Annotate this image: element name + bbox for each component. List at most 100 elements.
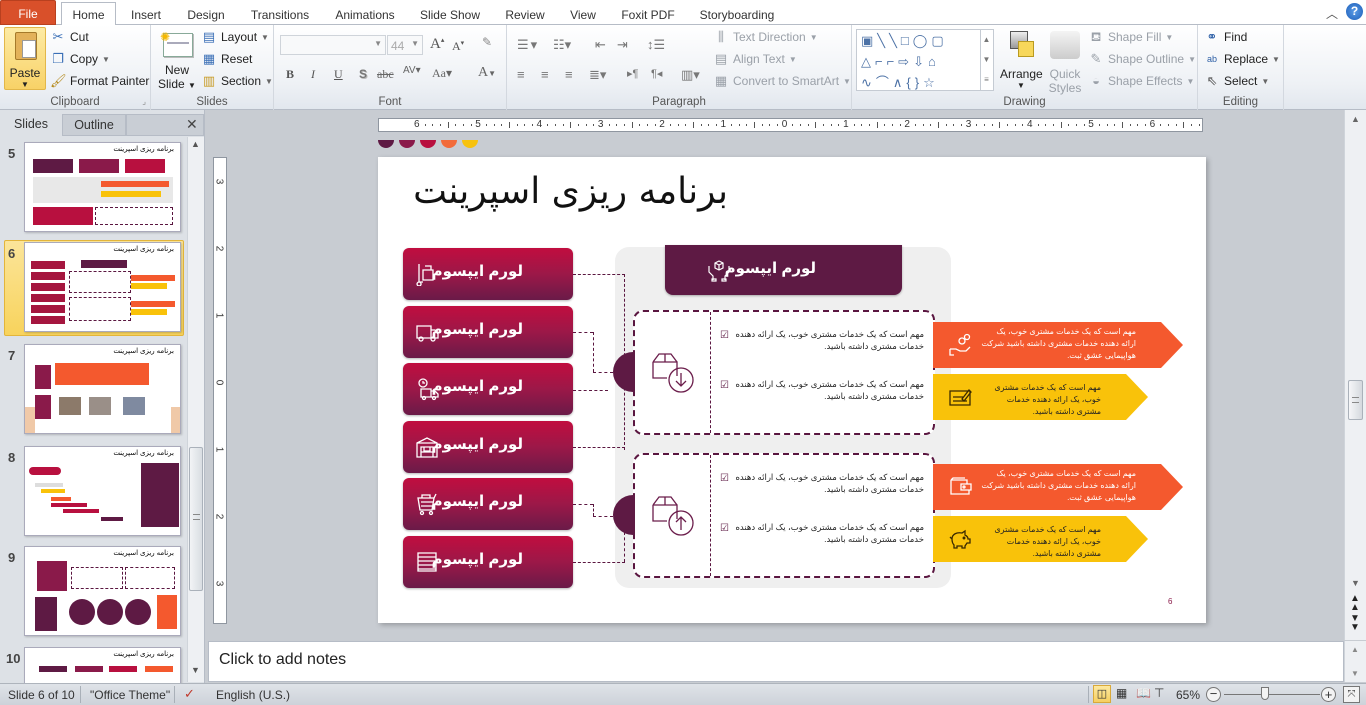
- slide-show-button[interactable]: ⊤: [1154, 686, 1164, 700]
- tab-animations[interactable]: Animations: [330, 4, 400, 25]
- palette-swatch[interactable]: [462, 140, 478, 148]
- slide-canvas[interactable]: برنامه ریزی اسپرینت لورم ایپسوم لورم ایپ…: [378, 157, 1206, 623]
- zoom-slider-track[interactable]: [1224, 694, 1320, 695]
- slide-title[interactable]: برنامه ریزی اسپرینت: [398, 171, 728, 212]
- shapes-gallery[interactable]: ▣╲╲□◯▢ △⌐⌐⇨⇩⌂ ∿⌒∧{}☆: [856, 29, 994, 91]
- category-card[interactable]: لورم ایپسوم: [403, 363, 573, 415]
- fit-to-window-button[interactable]: ⤧: [1343, 686, 1360, 703]
- palette-swatch[interactable]: [399, 140, 415, 148]
- character-spacing-button[interactable]: AV▾: [403, 65, 421, 76]
- center-button[interactable]: ≡: [541, 67, 549, 82]
- zoom-in-button[interactable]: +: [1321, 687, 1336, 702]
- tab-storyboarding[interactable]: Storyboarding: [696, 4, 778, 25]
- bold-button[interactable]: B: [286, 67, 294, 82]
- category-card[interactable]: لورم ایپسوم: [403, 478, 573, 530]
- help-icon[interactable]: ?: [1346, 3, 1363, 20]
- scroll-down-icon[interactable]: ▼: [1351, 669, 1359, 678]
- scroll-down-icon[interactable]: ▼: [1351, 578, 1360, 588]
- scroll-down-icon[interactable]: ▼: [191, 665, 200, 675]
- notes-placeholder[interactable]: Click to add notes: [219, 651, 346, 669]
- tab-outline[interactable]: Outline: [62, 114, 126, 136]
- align-right-button[interactable]: ≡: [565, 67, 573, 82]
- quick-styles-button[interactable]: Quick Styles: [1044, 29, 1086, 95]
- notes-scrollbar[interactable]: ▲ ▼: [1344, 641, 1366, 682]
- thumbnail-scrollbar[interactable]: ▲ ▼: [187, 137, 204, 682]
- category-card[interactable]: لورم ایپسوم: [403, 421, 573, 473]
- arrange-button[interactable]: Arrange ▼: [1000, 29, 1043, 91]
- shape-fill-button[interactable]: ⛾ Shape Fill ▼: [1088, 29, 1174, 45]
- language-indicator[interactable]: English (U.S.): [216, 688, 290, 702]
- format-painter-button[interactable]: 🖌 Format Painter: [50, 73, 149, 89]
- tab-slide-show[interactable]: Slide Show: [416, 4, 484, 25]
- tab-foxit-pdf[interactable]: Foxit PDF: [616, 4, 680, 25]
- next-slide-button[interactable]: ▼ ▼: [1350, 614, 1360, 633]
- category-card[interactable]: لورم ایپسوم: [403, 306, 573, 358]
- strikethrough-button[interactable]: abc: [377, 67, 394, 82]
- font-color-button[interactable]: A▼: [478, 65, 496, 81]
- tab-slides[interactable]: Slides: [0, 114, 62, 136]
- scroll-up-icon[interactable]: ▲: [1351, 114, 1360, 124]
- scrollbar-thumb[interactable]: [1348, 380, 1363, 420]
- layout-button[interactable]: ▤ Layout ▼: [201, 29, 269, 45]
- tab-insert[interactable]: Insert: [124, 4, 168, 25]
- tab-review[interactable]: Review: [500, 4, 550, 25]
- ltr-button[interactable]: ▸¶: [627, 67, 638, 80]
- increase-indent-button[interactable]: ⇥: [617, 37, 628, 53]
- justify-button[interactable]: ≣▾: [589, 67, 606, 83]
- shape-effects-button[interactable]: ◒ Shape Effects ▼: [1088, 73, 1194, 89]
- scroll-up-icon[interactable]: ▲: [1351, 645, 1359, 654]
- slide-thumbnail[interactable]: برنامه ریزی اسپرینت: [24, 242, 181, 332]
- notes-pane[interactable]: Click to add notes: [208, 641, 1344, 682]
- slide-scrollbar[interactable]: ▲ ▼ ▲ ▲ ▼ ▼: [1344, 110, 1366, 640]
- paste-button[interactable]: Paste ▼: [4, 27, 46, 90]
- bullets-button[interactable]: ☰▾: [517, 37, 539, 53]
- cut-button[interactable]: ✂ Cut: [50, 29, 89, 45]
- minimize-ribbon-icon[interactable]: ︿: [1326, 5, 1338, 22]
- scrollbar-thumb[interactable]: [189, 447, 203, 591]
- reset-button[interactable]: ▦ Reset: [201, 51, 253, 67]
- tab-view[interactable]: View: [566, 4, 600, 25]
- dialog-launcher-icon[interactable]: ⌟: [142, 97, 146, 106]
- palette-swatch[interactable]: [420, 140, 436, 148]
- palette-swatch[interactable]: [378, 140, 394, 148]
- spell-check-icon[interactable]: ✓: [184, 686, 195, 702]
- slide-thumbnail[interactable]: برنامه ریزی اسپرینت: [24, 344, 181, 434]
- convert-smartart-button[interactable]: ▦ Convert to SmartArt ▼: [713, 73, 851, 89]
- font-size-combobox[interactable]: 44 ▼: [387, 35, 423, 55]
- header-card[interactable]: لورم ایپسوم: [665, 245, 902, 295]
- info-arrow[interactable]: مهم است که یک خدمات مشتری خوب، یک ارائه …: [933, 516, 1148, 562]
- decrease-indent-button[interactable]: ⇤: [595, 37, 606, 53]
- align-text-button[interactable]: ▤ Align Text ▼: [713, 51, 797, 67]
- new-slide-button[interactable]: ✺ New Slide ▼: [157, 29, 197, 91]
- underline-button[interactable]: U: [334, 67, 343, 82]
- grow-font-button[interactable]: A▴: [430, 36, 444, 53]
- shape-outline-button[interactable]: ✎ Shape Outline ▼: [1088, 51, 1196, 67]
- text-direction-button[interactable]: ⫼ Text Direction ▼: [713, 29, 818, 45]
- category-card[interactable]: لورم ایپسوم: [403, 248, 573, 300]
- slide-sorter-button[interactable]: ▦: [1116, 686, 1127, 700]
- info-arrow[interactable]: مهم است که یک خدمات مشتری خوب، یک ارائه …: [933, 322, 1183, 368]
- shrink-font-button[interactable]: A▾: [452, 39, 464, 54]
- slide-thumbnail[interactable]: برنامه ریزی اسپرینت: [24, 142, 181, 232]
- text-shadow-button[interactable]: S: [359, 67, 367, 81]
- section-button[interactable]: ▥ Section ▼: [201, 73, 273, 89]
- info-arrow[interactable]: مهم است که یک خدمات مشتری خوب، یک ارائه …: [933, 464, 1183, 510]
- shapes-gallery-scroll[interactable]: ▲ ▼ ≡: [980, 30, 992, 90]
- palette-swatch[interactable]: [441, 140, 457, 148]
- slide-thumbnail[interactable]: برنامه ریزی اسپرینت: [24, 647, 181, 683]
- tab-home[interactable]: Home: [61, 2, 116, 26]
- rtl-button[interactable]: ¶◂: [651, 67, 662, 80]
- clear-formatting-button[interactable]: ✎: [482, 35, 502, 53]
- columns-button[interactable]: ▥▾: [681, 67, 700, 83]
- tab-file[interactable]: File: [0, 0, 56, 25]
- reading-view-button[interactable]: 📖: [1136, 686, 1151, 700]
- change-case-button[interactable]: Aa▾: [432, 66, 452, 81]
- previous-slide-button[interactable]: ▲ ▲: [1350, 594, 1360, 613]
- copy-button[interactable]: ❐ Copy ▼: [50, 51, 110, 67]
- slide-thumbnail[interactable]: برنامه ریزی اسپرینت: [24, 446, 181, 536]
- normal-view-button[interactable]: ◫: [1093, 685, 1111, 703]
- font-name-combobox[interactable]: ▼: [280, 35, 386, 55]
- scroll-up-icon[interactable]: ▲: [191, 139, 200, 149]
- info-arrow[interactable]: مهم است که یک خدمات مشتری خوب، یک ارائه …: [933, 374, 1148, 420]
- tab-design[interactable]: Design: [182, 4, 230, 25]
